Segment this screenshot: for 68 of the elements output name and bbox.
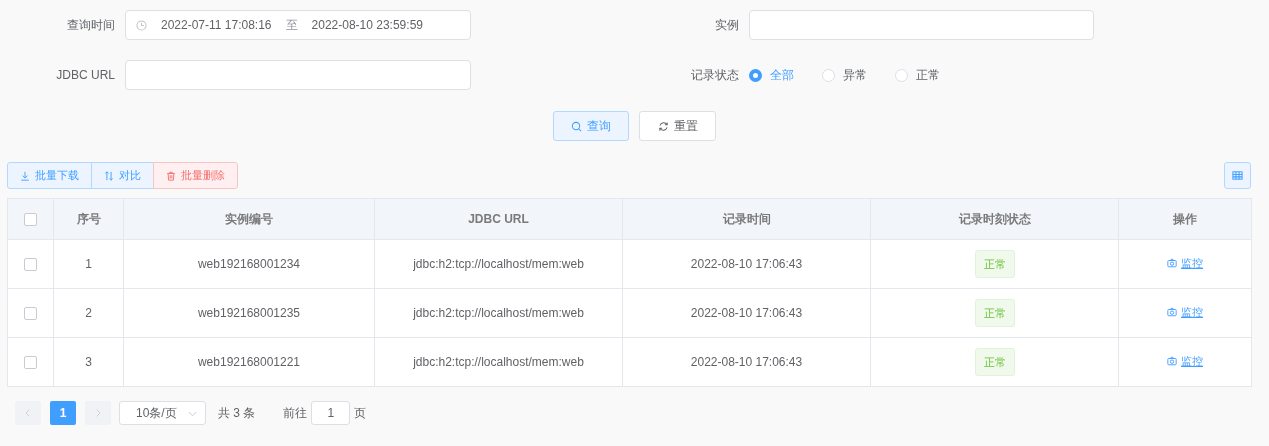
reset-button[interactable]: 重置 [639, 111, 716, 141]
column-header: 实例编号 [225, 212, 273, 226]
text-field[interactable] [749, 10, 1094, 40]
status-tag: 正常 [974, 249, 1015, 279]
column-header: 记录时刻状态 [958, 212, 1031, 226]
column-header: 操作 [1173, 212, 1197, 226]
next-page-button[interactable] [85, 401, 111, 425]
table-icon [1232, 170, 1243, 181]
status-tag: 正常 [974, 347, 1015, 377]
radio-button[interactable] [749, 68, 762, 82]
radio-label: 正常 [916, 67, 940, 84]
table-cell: jdbc:h2:tcp://localhost/mem:web [413, 355, 584, 369]
select-all-checkbox[interactable] [24, 213, 37, 227]
page-button[interactable]: 1 [50, 401, 76, 425]
table-cell: 2022-08-10 17:06:43 [690, 306, 803, 320]
chevron-right-icon [94, 409, 102, 417]
goto-label: 前往 [283, 405, 308, 422]
goto-suffix: 页 [354, 405, 367, 422]
radio-label: 异常 [843, 67, 867, 84]
table-cell: 2022-08-10 17:06:43 [690, 257, 803, 271]
monitor-link[interactable]: 监控 [1167, 254, 1203, 272]
radio-label: 全部 [770, 67, 794, 84]
row-checkbox[interactable] [24, 307, 37, 321]
camera-icon [1167, 258, 1177, 269]
columns-button[interactable] [1224, 162, 1251, 189]
table-cell: 2022-08-10 17:06:43 [690, 355, 803, 369]
camera-icon [1167, 307, 1177, 318]
camera-icon [1167, 356, 1177, 367]
monitor-link[interactable]: 监控 [1167, 303, 1203, 321]
trash-icon [166, 170, 176, 181]
form-label: 查询时间 [66, 17, 116, 34]
table-cell: jdbc:h2:tcp://localhost/mem:web [413, 257, 584, 271]
column-header: JDBC URL [468, 212, 529, 226]
chevron-left-icon [24, 409, 32, 417]
page-size-select[interactable]: 10条/页 [119, 401, 206, 425]
column-header: 记录时间 [722, 212, 771, 226]
refresh-icon [657, 120, 669, 132]
table-cell: jdbc:h2:tcp://localhost/mem:web [413, 306, 584, 320]
date-end: 2022-08-10 23:59:59 [311, 17, 423, 34]
table-cell: web192168001234 [197, 257, 301, 271]
status-tag: 正常 [974, 298, 1015, 328]
prev-page-button[interactable] [15, 401, 41, 425]
table-cell: 2 [85, 306, 92, 320]
date-start: 2022-07-11 17:08:16 [161, 17, 272, 34]
date-range-field[interactable]: 2022-07-11 17:08:16 至 2022-08-10 23:59:59 [125, 10, 471, 40]
range-separator: 至 [285, 17, 298, 34]
search-button[interactable]: 查询 [553, 111, 629, 141]
table-cell: web192168001221 [197, 355, 301, 369]
column-header: 序号 [76, 212, 101, 226]
total-count: 共 3 条 [218, 405, 256, 422]
delete-button[interactable]: 批量删除 [153, 162, 238, 189]
monitor-link[interactable]: 监控 [1167, 352, 1203, 370]
table-cell: 3 [85, 355, 92, 369]
row-checkbox[interactable] [24, 356, 37, 370]
download-icon [20, 170, 30, 181]
clock-icon [136, 19, 147, 31]
search-icon [571, 120, 582, 132]
table-cell: 1 [85, 257, 92, 271]
form-label: JDBC URL [55, 67, 116, 84]
compare-button[interactable]: 对比 [91, 162, 154, 189]
row-checkbox[interactable] [24, 258, 37, 272]
form-label: 记录状态 [691, 68, 739, 82]
download-button[interactable]: 批量下载 [7, 162, 92, 189]
page-input[interactable]: 1 [311, 401, 351, 425]
sort-icon [104, 170, 114, 181]
table-cell: web192168001235 [197, 306, 301, 320]
text-field[interactable] [125, 60, 471, 90]
form-label: 实例 [715, 18, 739, 32]
